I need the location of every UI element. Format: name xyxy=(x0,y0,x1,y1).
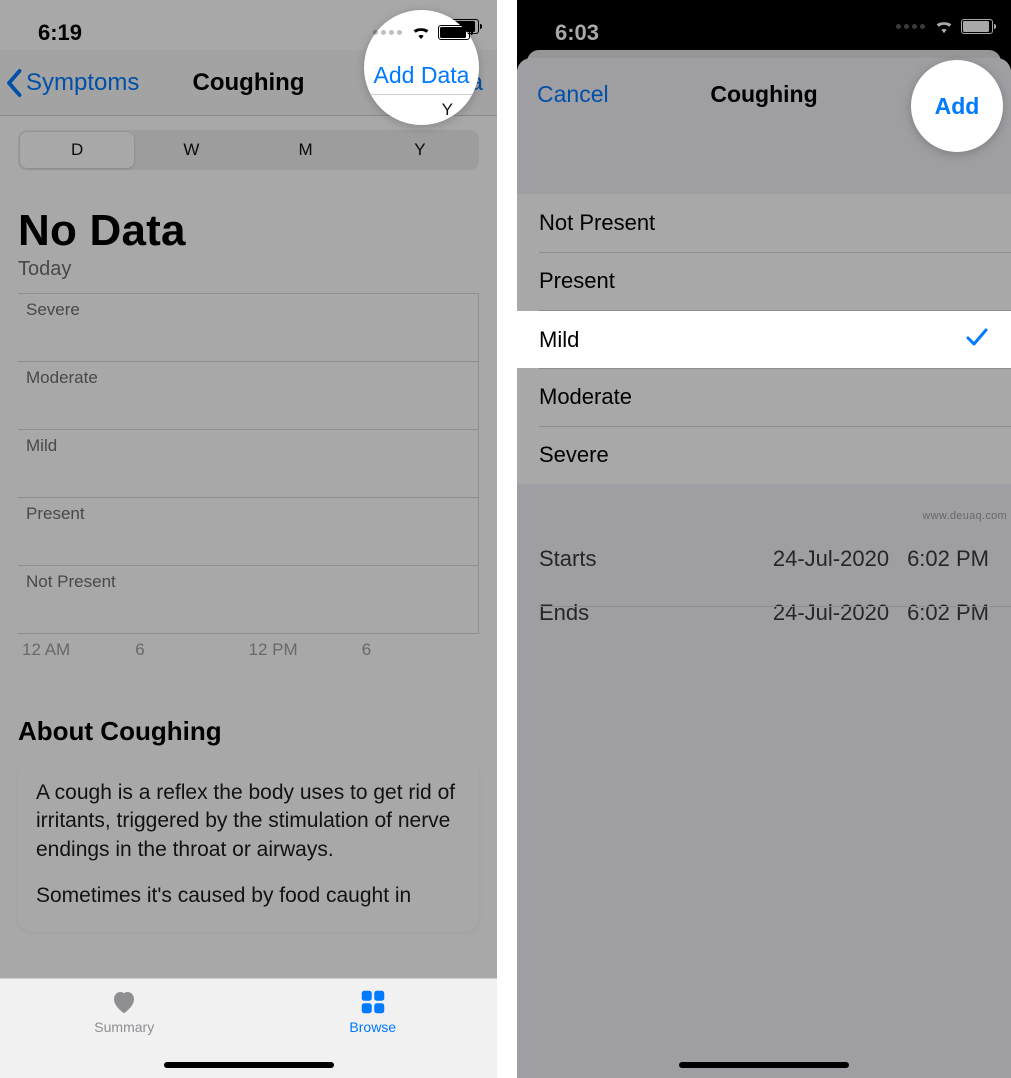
axis-6am: 6 xyxy=(135,640,248,660)
axis-12am: 12 AM xyxy=(22,640,135,660)
highlight-circle-add: Add xyxy=(911,60,1003,152)
home-indicator[interactable] xyxy=(164,1062,334,1068)
tab-summary-label: Summary xyxy=(94,1019,154,1035)
ends-label: Ends xyxy=(539,600,589,626)
nav-title: Coughing xyxy=(193,69,305,97)
option-mild-highlighted[interactable]: Mild xyxy=(517,311,1011,368)
back-label: Symptoms xyxy=(26,69,139,97)
watermark-text: www.deuaq.com xyxy=(922,510,1007,522)
checkmark-icon xyxy=(965,327,989,353)
chevron-left-icon xyxy=(6,68,24,98)
chart-row-moderate: Moderate xyxy=(18,362,478,430)
home-indicator[interactable] xyxy=(679,1062,849,1068)
about-title: About Coughing xyxy=(18,716,479,747)
heart-icon xyxy=(107,987,141,1017)
time-range-segmented: D W M Y xyxy=(0,116,497,180)
about-paragraph-2: Sometimes it's caused by food caught in xyxy=(36,882,461,910)
highlight-circle-add-data: Add Data Y xyxy=(364,10,479,125)
option-not-present[interactable]: Not Present xyxy=(517,194,1011,252)
cancel-button[interactable]: Cancel xyxy=(537,81,609,108)
severity-chart: Severe Moderate Mild Present Not Present xyxy=(18,293,479,634)
option-label: Severe xyxy=(539,442,609,468)
option-label: Present xyxy=(539,268,615,294)
option-severe[interactable]: Severe xyxy=(517,426,1011,484)
status-time: 6:19 xyxy=(38,20,82,46)
chart-row-not-present: Not Present xyxy=(18,566,478,634)
no-data-title: No Data xyxy=(18,206,479,256)
status-right xyxy=(896,18,993,34)
back-button[interactable]: Symptoms xyxy=(6,68,139,98)
today-label: Today xyxy=(18,258,479,281)
phone-right-screenshot: 6:03 Cancel Coughing Not Present Present… xyxy=(517,0,1011,1078)
ends-row[interactable]: Ends 24-Jul-2020 6:02 PM xyxy=(517,586,1011,640)
time-range-section: Starts 24-Jul-2020 6:02 PM Ends 24-Jul-2… xyxy=(517,532,1011,640)
about-card: A cough is a reflex the body uses to get… xyxy=(18,761,479,932)
starts-date: 24-Jul-2020 xyxy=(773,546,889,572)
segment-year[interactable]: Y xyxy=(363,132,477,168)
about-paragraph-1: A cough is a reflex the body uses to get… xyxy=(36,779,461,864)
status-time: 6:03 xyxy=(555,20,599,46)
add-data-sheet: Cancel Coughing Not Present Present Mild… xyxy=(517,58,1011,1078)
chart-row-severe: Severe xyxy=(18,294,478,362)
wifi-icon xyxy=(410,24,432,40)
circle-statusbar-slice xyxy=(364,24,479,40)
segment-year-slice: Y xyxy=(442,100,453,120)
main-content: No Data Today Severe Moderate Mild Prese… xyxy=(0,206,497,932)
option-present[interactable]: Present xyxy=(517,252,1011,310)
axis-12pm: 12 PM xyxy=(249,640,362,660)
axis-6pm: 6 xyxy=(362,640,475,660)
segment-month[interactable]: M xyxy=(249,132,363,168)
tab-bar: Summary Browse xyxy=(0,978,497,1078)
grid-icon xyxy=(356,987,390,1017)
segment-day[interactable]: D xyxy=(20,132,134,168)
segment-week[interactable]: W xyxy=(134,132,248,168)
phone-left-screenshot: 6:19 Symptoms Coughing Add Data D W M Y … xyxy=(0,0,497,1078)
option-label: Not Present xyxy=(539,210,655,236)
starts-time: 6:02 PM xyxy=(907,546,989,572)
ends-date: 24-Jul-2020 xyxy=(773,600,889,626)
chart-row-mild: Mild xyxy=(18,430,478,498)
chart-row-present: Present xyxy=(18,498,478,566)
add-button-highlighted[interactable]: Add xyxy=(935,93,980,120)
option-label: Mild xyxy=(539,327,579,353)
tab-browse-label: Browse xyxy=(349,1019,396,1035)
wifi-icon xyxy=(933,18,955,34)
add-data-button-highlighted[interactable]: Add Data xyxy=(374,62,470,89)
option-moderate[interactable]: Moderate xyxy=(517,368,1011,426)
sheet-title: Coughing xyxy=(710,81,817,108)
chart-x-axis: 12 AM 6 12 PM 6 xyxy=(18,634,479,660)
ends-time: 6:02 PM xyxy=(907,600,989,626)
starts-row[interactable]: Starts 24-Jul-2020 6:02 PM xyxy=(517,532,1011,586)
option-label: Moderate xyxy=(539,384,632,410)
status-bar: 6:03 xyxy=(517,0,1011,50)
starts-label: Starts xyxy=(539,546,596,572)
